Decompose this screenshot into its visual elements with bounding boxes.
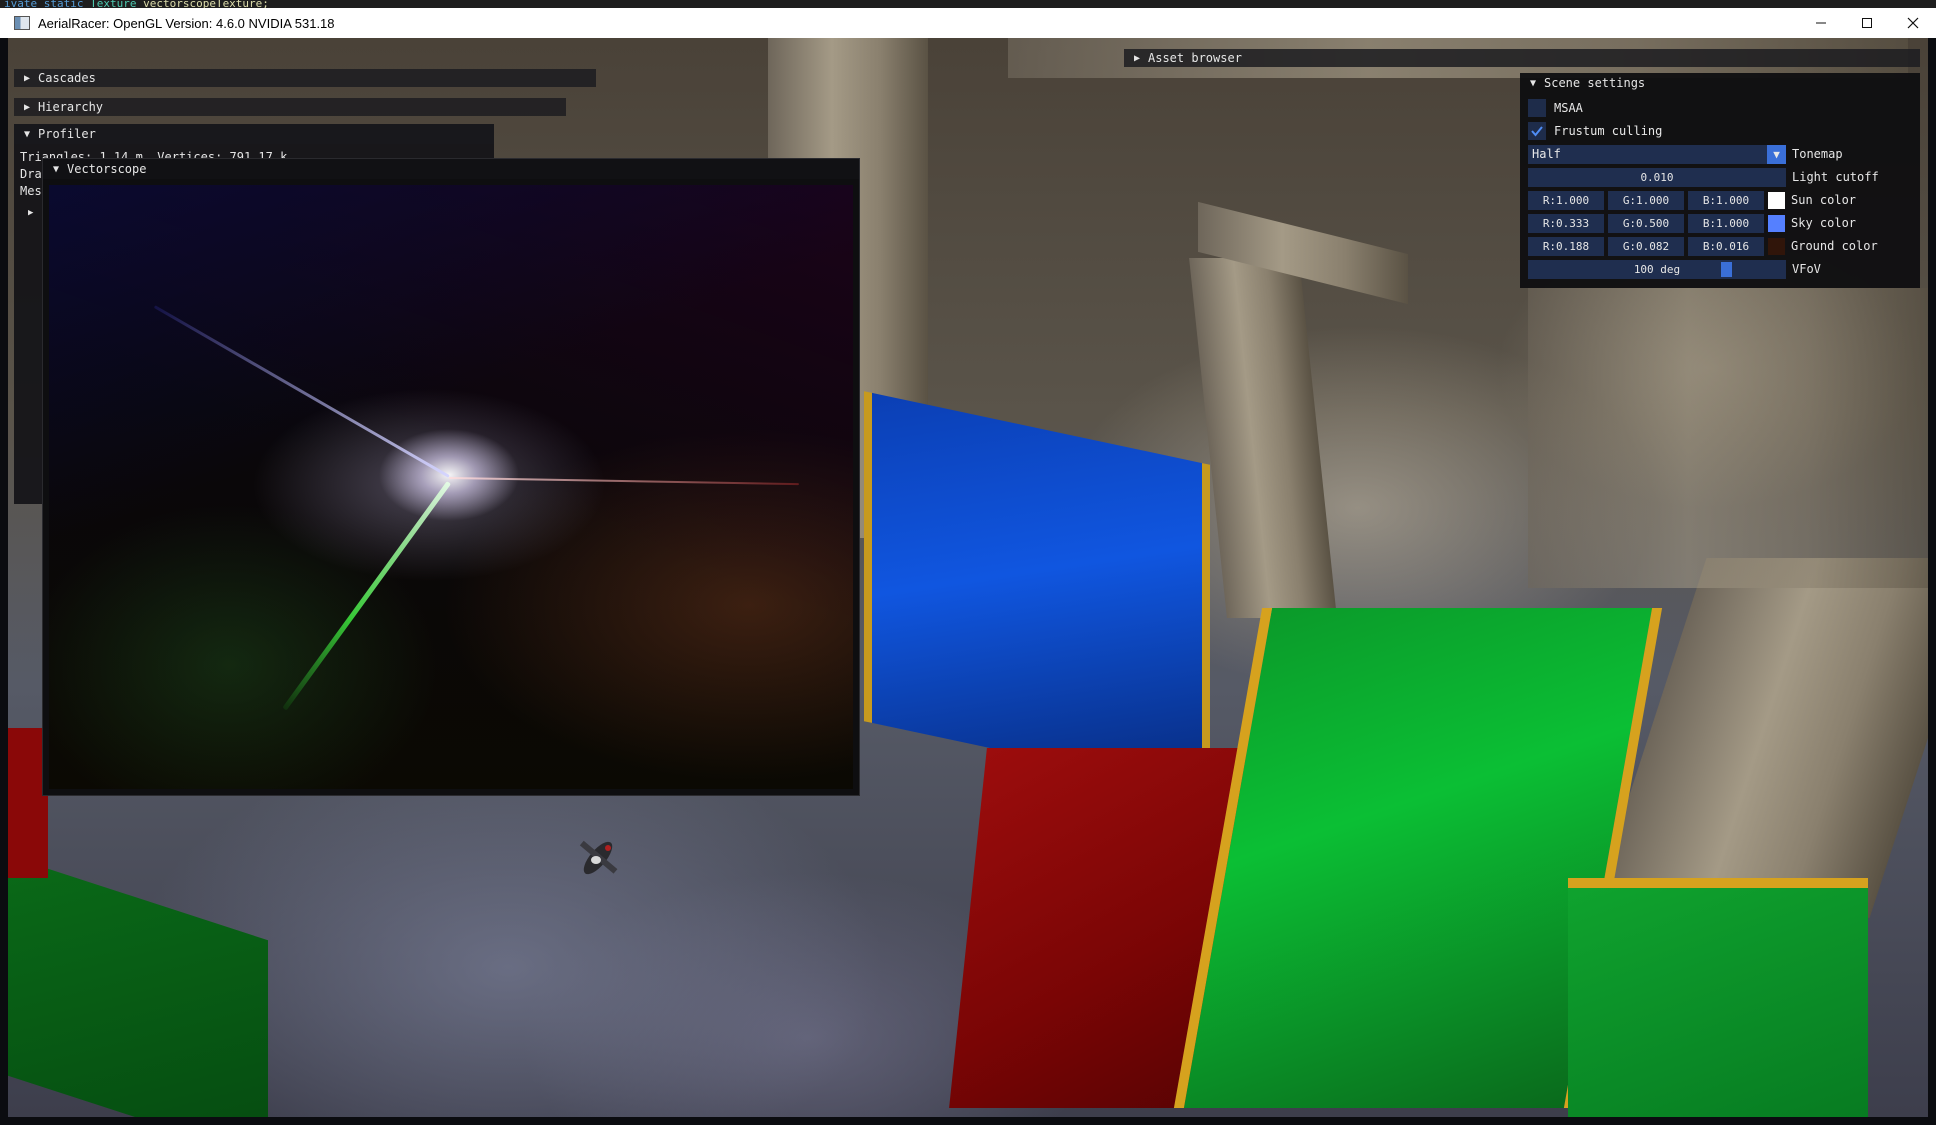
vfov-slider[interactable]: 100 deg bbox=[1528, 259, 1786, 279]
green-banner bbox=[1568, 878, 1868, 1117]
profiler-draws-line: Dra bbox=[20, 167, 42, 181]
sky-color-r-field[interactable]: R:0.333 bbox=[1528, 213, 1604, 233]
light-cutoff-field[interactable]: 0.010 bbox=[1528, 167, 1786, 187]
tonemap-combo[interactable]: Half ▼ bbox=[1528, 144, 1786, 164]
editor-identifier: vectorscopeTexture; bbox=[143, 0, 269, 8]
minimize-icon bbox=[1816, 22, 1826, 24]
light-cutoff-label: Light cutoff bbox=[1792, 170, 1879, 184]
asset-browser-panel-title: Asset browser bbox=[1148, 51, 1242, 65]
tonemap-label: Tonemap bbox=[1792, 147, 1843, 161]
vectorscope-red-trace bbox=[448, 477, 799, 486]
cascades-panel-header[interactable]: ▶ Cascades bbox=[14, 69, 596, 87]
sun-color-r-field[interactable]: R:1.000 bbox=[1528, 190, 1604, 210]
expand-arrow-icon: ▶ bbox=[23, 101, 31, 113]
tree-node-arrow-icon[interactable]: ▶ bbox=[28, 208, 33, 218]
checkmark-icon bbox=[1531, 126, 1543, 137]
collapse-arrow-icon: ▼ bbox=[23, 128, 31, 140]
sky-color-b-field[interactable]: B:1.000 bbox=[1688, 213, 1764, 233]
profiler-meshes-line: Mes bbox=[20, 184, 42, 198]
profiler-panel-header[interactable]: ▼ Profiler bbox=[14, 124, 494, 144]
vfov-label: VFoV bbox=[1792, 262, 1821, 276]
dropdown-arrow-icon[interactable]: ▼ bbox=[1767, 144, 1786, 164]
tonemap-row: Half ▼ Tonemap bbox=[1528, 144, 1843, 164]
blue-banner bbox=[864, 391, 1210, 795]
ground-color-row: R:0.188 G:0.082 B:0.016 Ground color bbox=[1528, 236, 1878, 256]
sky-color-g-field[interactable]: G:0.500 bbox=[1608, 213, 1684, 233]
msaa-label: MSAA bbox=[1554, 101, 1583, 115]
expand-arrow-icon: ▶ bbox=[1133, 52, 1141, 64]
sky-color-swatch[interactable] bbox=[1768, 214, 1785, 232]
collapse-arrow-icon: ▼ bbox=[52, 163, 60, 175]
maximize-button[interactable] bbox=[1844, 8, 1890, 38]
ground-color-g-field[interactable]: G:0.082 bbox=[1608, 236, 1684, 256]
expand-arrow-icon: ▶ bbox=[23, 72, 31, 84]
vectorscope-blue-trace bbox=[153, 305, 450, 478]
scene-settings-panel: ▼ Scene settings MSAA Frustum culling Ha… bbox=[1520, 73, 1920, 288]
code-editor-background: ivate static Texture vectorscopeTexture; bbox=[0, 0, 1936, 8]
collapse-arrow-icon: ▼ bbox=[1529, 77, 1537, 89]
msaa-checkbox[interactable] bbox=[1528, 99, 1546, 117]
vectorscope-title: Vectorscope bbox=[67, 162, 147, 176]
sun-color-label: Sun color bbox=[1791, 193, 1857, 207]
hierarchy-panel-header[interactable]: ▶ Hierarchy bbox=[14, 98, 566, 116]
sun-color-g-field[interactable]: G:1.000 bbox=[1608, 190, 1684, 210]
cascades-panel-title: Cascades bbox=[38, 71, 96, 85]
msaa-row: MSAA bbox=[1528, 98, 1583, 118]
frustum-culling-checkbox[interactable] bbox=[1528, 122, 1546, 140]
ground-color-swatch[interactable] bbox=[1768, 237, 1785, 255]
sun-color-b-field[interactable]: B:1.000 bbox=[1688, 190, 1764, 210]
scene-settings-title: Scene settings bbox=[1544, 76, 1646, 90]
asset-browser-panel-header[interactable]: ▶ Asset browser bbox=[1124, 49, 1920, 67]
ground-color-label: Ground color bbox=[1791, 239, 1878, 253]
sun-color-swatch[interactable] bbox=[1768, 191, 1785, 209]
tonemap-value: Half bbox=[1532, 147, 1561, 161]
sky-color-label: Sky color bbox=[1791, 216, 1857, 230]
window-title: AerialRacer: OpenGL Version: 4.6.0 NVIDI… bbox=[38, 15, 335, 31]
vectorscope-window: ▼ Vectorscope bbox=[42, 158, 860, 796]
light-cutoff-row: 0.010 Light cutoff bbox=[1528, 167, 1879, 187]
sky-color-row: R:0.333 G:0.500 B:1.000 Sky color bbox=[1528, 213, 1856, 233]
scene-settings-header[interactable]: ▼ Scene settings bbox=[1520, 73, 1920, 93]
profiler-panel-title: Profiler bbox=[38, 127, 96, 141]
vfov-row: 100 deg VFoV bbox=[1528, 259, 1821, 279]
green-banner bbox=[8, 855, 268, 1117]
frustum-culling-label: Frustum culling bbox=[1554, 124, 1663, 138]
minimize-button[interactable] bbox=[1798, 8, 1844, 38]
sun-color-row: R:1.000 G:1.000 B:1.000 Sun color bbox=[1528, 190, 1856, 210]
airplane-icon bbox=[579, 840, 618, 875]
vectorscope-header[interactable]: ▼ Vectorscope bbox=[43, 159, 859, 179]
ground-color-r-field[interactable]: R:0.188 bbox=[1528, 236, 1604, 256]
app-icon bbox=[14, 16, 30, 30]
editor-type: Texture bbox=[90, 0, 137, 8]
ground-color-b-field[interactable]: B:0.016 bbox=[1688, 236, 1764, 256]
hierarchy-panel-title: Hierarchy bbox=[38, 100, 104, 114]
vectorscope-green-trace bbox=[282, 481, 452, 711]
vfov-slider-grab[interactable] bbox=[1720, 261, 1732, 277]
close-button[interactable] bbox=[1890, 8, 1936, 38]
vectorscope-plot bbox=[49, 185, 853, 789]
frustum-culling-row: Frustum culling bbox=[1528, 121, 1662, 141]
close-icon bbox=[1907, 17, 1919, 29]
window-titlebar: AerialRacer: OpenGL Version: 4.6.0 NVIDI… bbox=[0, 8, 1936, 38]
vfov-value: 100 deg bbox=[1633, 262, 1681, 276]
stone-wall bbox=[1528, 288, 1928, 588]
stone-column bbox=[1189, 258, 1337, 618]
editor-keyword: ivate static bbox=[4, 0, 84, 8]
maximize-icon bbox=[1862, 18, 1872, 28]
